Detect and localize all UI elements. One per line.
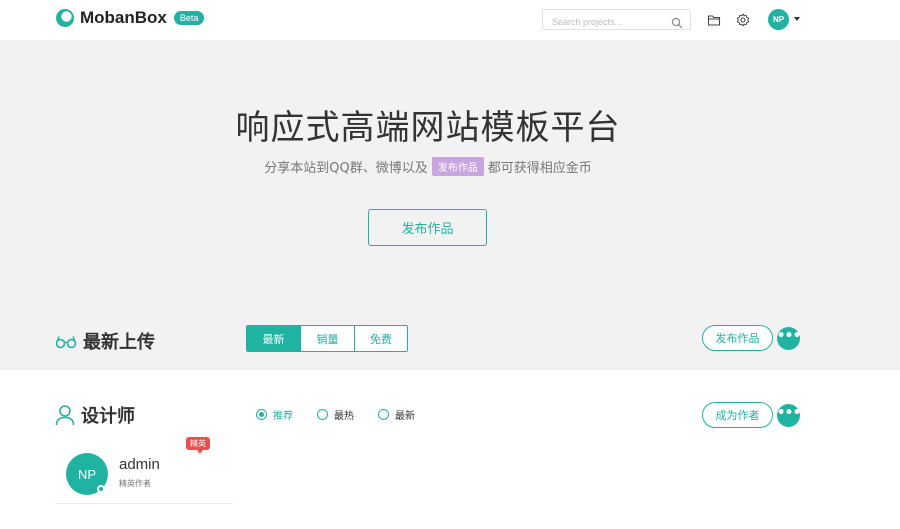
tab-latest[interactable]: 最新 <box>247 326 301 351</box>
filter-hottest[interactable]: 最热 <box>317 407 354 422</box>
designer-card[interactable]: 精英 NP admin 精英作者 <box>55 437 233 504</box>
tab-free[interactable]: 免费 <box>355 326 407 351</box>
more-dots: ••• <box>776 327 802 344</box>
beta-badge: Beta <box>173 11 205 25</box>
filter-label: 最热 <box>334 411 354 422</box>
hero-subtitle-text: 分享本站到QQ群、微博以及 <box>264 161 428 176</box>
become-author-button[interactable]: 成为作者 <box>702 402 773 428</box>
search-icon[interactable] <box>671 14 683 29</box>
gear-icon[interactable] <box>736 12 750 27</box>
designers-section-header: 设计师 <box>55 402 135 428</box>
caret-down-icon[interactable] <box>794 17 800 21</box>
latest-section-header: 最新上传 <box>55 328 155 354</box>
hero-subtitle-text-end: 都可获得相应金币 <box>487 161 592 176</box>
brand-name: MobanBox <box>80 8 167 27</box>
designers-section-title: 设计师 <box>81 406 135 427</box>
radio-unchecked-icon[interactable] <box>378 409 389 420</box>
publish-work-button[interactable]: 发布作品 <box>702 325 773 351</box>
hero-subtitle: 分享本站到QQ群、微博以及 发布作品 都可获得相应金币 <box>0 157 856 176</box>
filter-recommended[interactable]: 推荐 <box>256 407 293 422</box>
filter-label: 最新 <box>395 411 415 422</box>
designer-role: 精英作者 <box>119 479 151 488</box>
radio-unchecked-icon[interactable] <box>317 409 328 420</box>
filter-label: 推荐 <box>273 411 293 422</box>
latest-tab-group: 最新 销量 免费 <box>246 325 408 352</box>
designers-more-button[interactable]: ••• <box>776 404 802 427</box>
user-avatar[interactable]: NP <box>768 9 789 30</box>
user-icon <box>55 404 75 426</box>
latest-section-title: 最新上传 <box>83 332 155 353</box>
folder-icon[interactable] <box>707 12 721 26</box>
more-dots: ••• <box>776 404 802 421</box>
top-navbar: MobanBox Beta NP <box>0 0 900 40</box>
online-status-dot <box>97 485 105 493</box>
latest-more-button[interactable]: ••• <box>776 327 802 350</box>
designer-filter-group: 推荐 最热 最新 <box>256 407 439 422</box>
publish-tag[interactable]: 发布作品 <box>431 157 484 176</box>
search-box <box>542 9 691 32</box>
elite-badge: 精英 <box>186 437 210 454</box>
hero-publish-button[interactable]: 发布作品 <box>368 209 487 246</box>
brand-logo[interactable]: MobanBox Beta <box>55 8 205 28</box>
designer-name[interactable]: admin <box>119 456 160 473</box>
tab-sales[interactable]: 销量 <box>301 326 355 351</box>
hero-banner: 响应式高端网站模板平台 分享本站到QQ群、微博以及 发布作品 都可获得相应金币 … <box>0 40 900 370</box>
logo-icon <box>55 8 75 28</box>
hero-title: 响应式高端网站模板平台 <box>235 108 621 148</box>
radio-checked-icon[interactable] <box>256 409 267 420</box>
glasses-icon <box>55 334 77 349</box>
search-input[interactable] <box>543 12 661 32</box>
filter-newest[interactable]: 最新 <box>378 407 415 422</box>
